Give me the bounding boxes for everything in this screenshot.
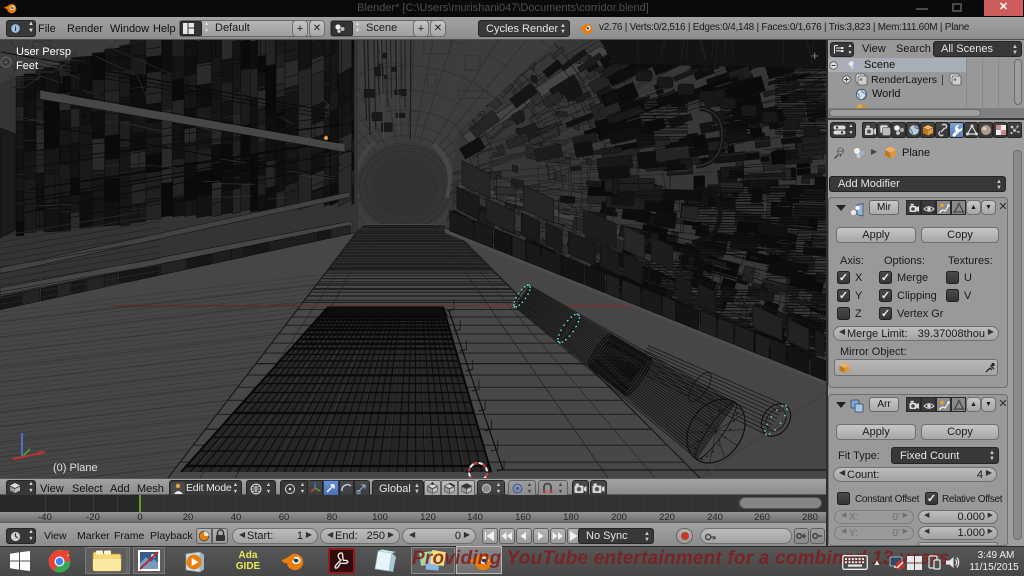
svg-text:(0) Plane: (0) Plane [53,462,98,474]
svg-text:+: + [811,48,819,63]
svg-text:User Persp: User Persp [16,46,71,58]
svg-text:i: i [14,24,16,33]
svg-text:+: + [3,58,8,68]
svg-text:Feet: Feet [16,60,38,72]
